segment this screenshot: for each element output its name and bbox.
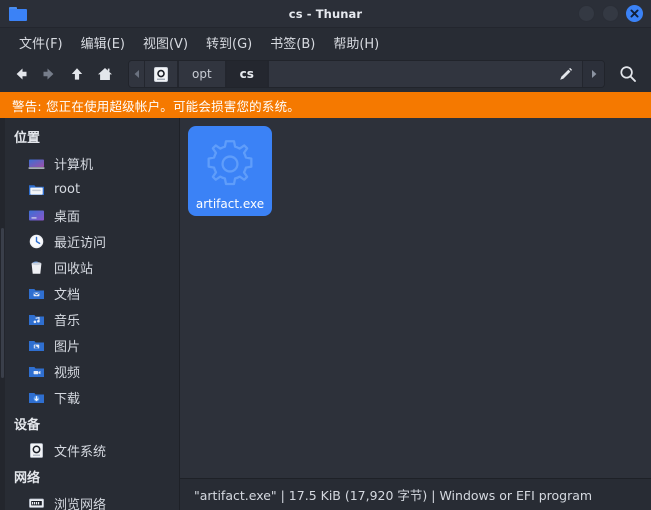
thunar-file-manager-window: cs - Thunar 文件(F) 编辑(E) 视图(V) 转到(G) 书签(B…: [0, 0, 651, 510]
status-text: "artifact.exe" | 17.5 KiB (17,920 字节) | …: [194, 488, 593, 503]
home-icon: [98, 68, 112, 80]
chevron-right-icon: [591, 70, 596, 78]
search-button[interactable]: [613, 60, 643, 88]
sidebar-section-network: 网络: [14, 471, 41, 486]
title-bar: cs - Thunar: [0, 0, 651, 28]
pencil-icon: [559, 67, 572, 80]
main-pane: artifact.exe "artifact.exe" | 17.5 KiB (…: [180, 118, 651, 510]
device-icon: [154, 66, 168, 82]
navigation-toolbar: opt cs: [0, 56, 651, 92]
sidebar-item-label: 回收站: [54, 261, 94, 277]
sidebar: 位置 计算机 root 桌面 最近访问 回收站 文档 音乐 图片 视频 下载 设…: [0, 118, 180, 510]
breadcrumb-cs[interactable]: cs: [225, 61, 268, 87]
sidebar-item-documents[interactable]: 文档: [0, 280, 179, 306]
desktop-icon: [28, 207, 45, 224]
content-row: 位置 计算机 root 桌面 最近访问 回收站 文档 音乐 图片 视频 下载 设…: [0, 118, 651, 510]
sidebar-item-videos[interactable]: 视频: [0, 358, 179, 384]
sidebar-section-places: 位置: [14, 131, 41, 146]
sidebar-item-recent[interactable]: 最近访问: [0, 228, 179, 254]
pictures-folder-icon: [28, 337, 45, 354]
edit-path-button[interactable]: [548, 61, 582, 87]
menu-file[interactable]: 文件(F): [10, 31, 72, 54]
home-folder-icon: [28, 181, 45, 198]
minimize-button[interactable]: [578, 5, 595, 22]
menu-help[interactable]: 帮助(H): [324, 31, 388, 54]
root-warning-bar: 警告: 您正在使用超级帐户。可能会损害您的系统。: [0, 92, 651, 118]
menu-bookmarks[interactable]: 书签(B): [261, 31, 324, 54]
drive-icon: [28, 442, 45, 459]
file-list-view[interactable]: artifact.exe: [180, 118, 651, 478]
path-scroll-right-button[interactable]: [582, 61, 604, 87]
sidebar-item-label: 计算机: [54, 157, 94, 173]
sidebar-item-label: 下载: [54, 391, 81, 407]
file-label: artifact.exe: [195, 197, 265, 211]
computer-icon: [28, 155, 45, 172]
sidebar-item-label: 浏览网络: [54, 497, 107, 510]
sidebar-item-music[interactable]: 音乐: [0, 306, 179, 332]
sidebar-item-label: 音乐: [54, 313, 81, 329]
sidebar-item-browse-network[interactable]: 浏览网络: [0, 490, 179, 510]
forward-button[interactable]: [36, 61, 62, 87]
sidebar-item-label: 桌面: [54, 209, 81, 225]
up-button[interactable]: [64, 61, 90, 87]
sidebar-item-pictures[interactable]: 图片: [0, 332, 179, 358]
menu-view[interactable]: 视图(V): [134, 31, 197, 54]
chevron-left-icon: [134, 70, 139, 78]
videos-folder-icon: [28, 363, 45, 380]
folder-icon: [9, 6, 27, 21]
root-warning-text: 警告: 您正在使用超级帐户。可能会损害您的系统。: [12, 98, 300, 114]
home-button[interactable]: [92, 61, 118, 87]
sidebar-item-label: 图片: [54, 339, 81, 355]
menu-edit[interactable]: 编辑(E): [72, 31, 134, 54]
sidebar-item-label: 文档: [54, 287, 81, 303]
back-button[interactable]: [8, 61, 34, 87]
documents-folder-icon: [28, 285, 45, 302]
back-icon: [16, 68, 27, 80]
sidebar-item-label: 文件系统: [54, 444, 107, 460]
close-icon: [630, 9, 639, 18]
up-icon: [71, 68, 83, 80]
sidebar-content: 位置 计算机 root 桌面 最近访问 回收站 文档 音乐 图片 视频 下载 设…: [0, 118, 179, 510]
sidebar-item-downloads[interactable]: 下载: [0, 384, 179, 410]
menu-bar: 文件(F) 编辑(E) 视图(V) 转到(G) 书签(B) 帮助(H): [0, 28, 651, 56]
sidebar-item-filesystem[interactable]: 文件系统: [0, 437, 179, 463]
search-icon: [620, 66, 636, 82]
sidebar-item-root[interactable]: root: [0, 176, 179, 202]
status-bar: "artifact.exe" | 17.5 KiB (17,920 字节) | …: [180, 478, 651, 510]
sidebar-item-desktop[interactable]: 桌面: [0, 202, 179, 228]
window-controls: [578, 5, 643, 22]
maximize-button[interactable]: [602, 5, 619, 22]
gear-icon: [207, 140, 253, 186]
downloads-folder-icon: [28, 389, 45, 406]
window-title: cs - Thunar: [288, 6, 363, 21]
menu-go[interactable]: 转到(G): [197, 31, 261, 54]
breadcrumb-opt[interactable]: opt: [178, 61, 226, 87]
forward-icon: [43, 68, 54, 80]
path-breadcrumb-bar: opt cs: [128, 60, 605, 88]
file-item-artifact-exe[interactable]: artifact.exe: [188, 126, 272, 216]
sidebar-item-label: root: [54, 181, 81, 197]
network-icon: [28, 495, 45, 510]
clock-icon: [28, 233, 45, 250]
path-scroll-left-button[interactable]: [129, 61, 144, 87]
sidebar-section-devices: 设备: [14, 418, 41, 433]
sidebar-item-trash[interactable]: 回收站: [0, 254, 179, 280]
close-button[interactable]: [626, 5, 643, 22]
trash-icon: [28, 259, 45, 276]
path-empty-space: [267, 61, 548, 87]
music-folder-icon: [28, 311, 45, 328]
sidebar-item-label: 视频: [54, 365, 81, 381]
sidebar-item-label: 最近访问: [54, 235, 107, 251]
breadcrumb-root[interactable]: [144, 61, 178, 87]
sidebar-item-computer[interactable]: 计算机: [0, 150, 179, 176]
